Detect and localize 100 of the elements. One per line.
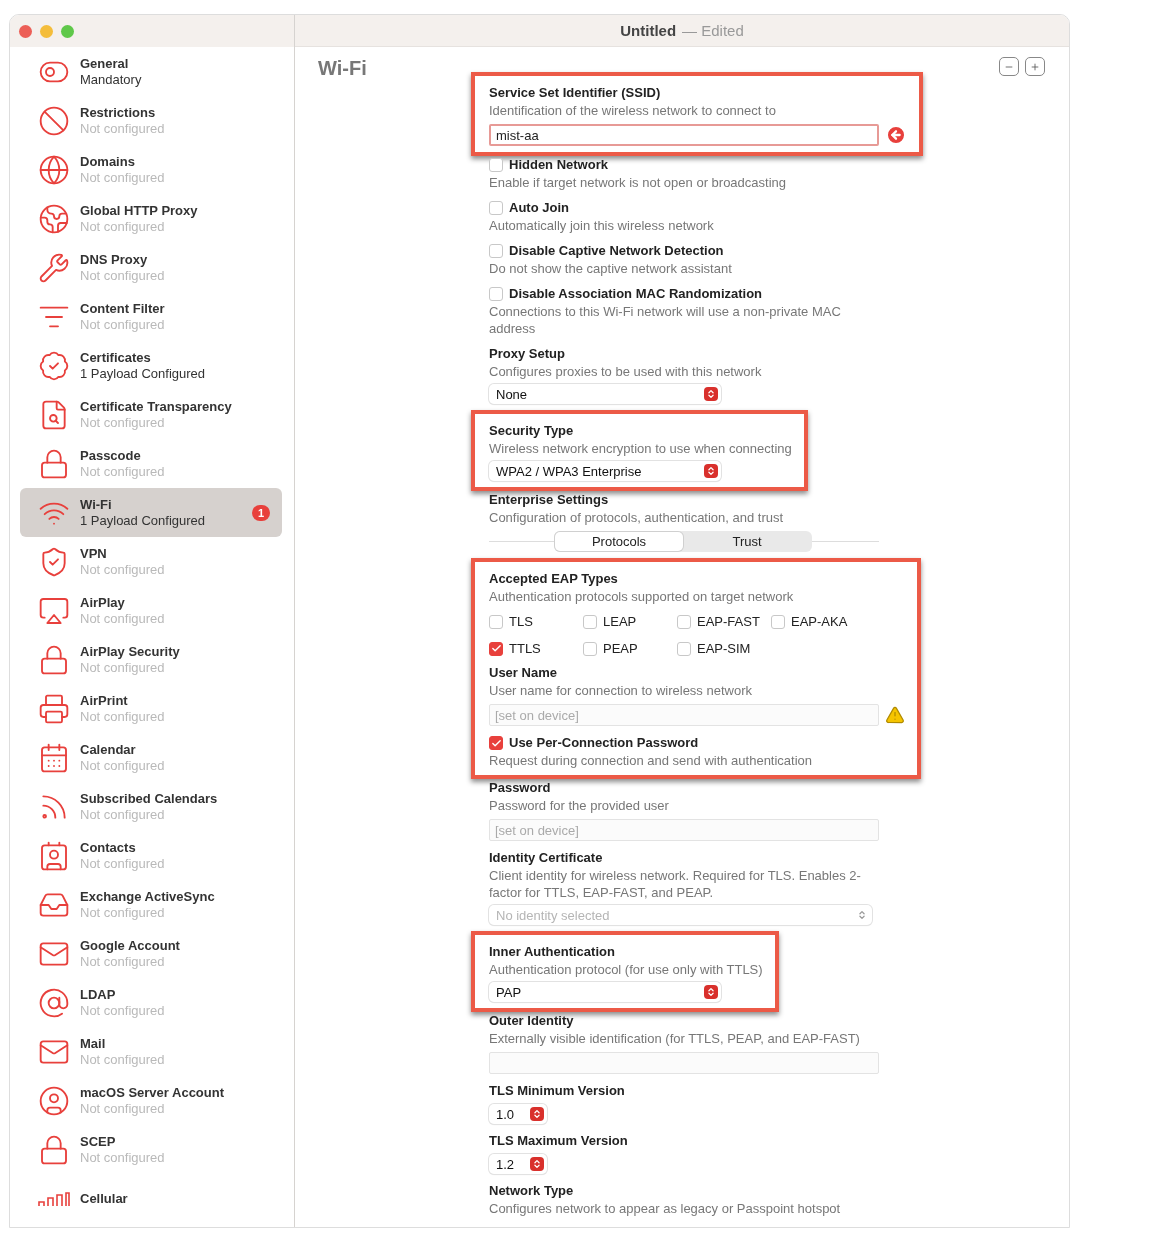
contact-card-icon: [38, 839, 70, 872]
item-status: Not configured: [80, 708, 166, 725]
checkbox-label: EAP-AKA: [791, 614, 848, 629]
item-status: Not configured: [80, 218, 166, 235]
item-status: Not configured: [80, 855, 166, 872]
updown-icon: [530, 1157, 544, 1171]
minimize-button[interactable]: [40, 24, 53, 38]
sidebar-item[interactable]: VPN Not configured: [20, 537, 282, 586]
sidebar-item[interactable]: General Mandatory: [20, 47, 282, 96]
checkbox[interactable]: [677, 641, 691, 656]
checkbox[interactable]: [583, 641, 597, 656]
item-status: Not configured: [80, 316, 166, 333]
field-description: Request during connection and send with authentication: [489, 752, 814, 769]
field-description: Wireless network encryption to use when connecting: [489, 440, 792, 457]
field-label: Service Set Identifier (SSID): [489, 84, 662, 102]
item-title: Passcode: [80, 447, 142, 464]
field-description: Connections to this Wi-Fi network will use a non-private MAC address: [489, 303, 842, 337]
printer-icon: [38, 692, 70, 725]
dropdown[interactable]: PAP: [489, 982, 721, 1002]
sidebar-item[interactable]: Subscribed Calendars Not configured: [20, 782, 282, 831]
text-field[interactable]: [489, 1052, 879, 1074]
checkbox[interactable]: [489, 736, 503, 750]
checkbox[interactable]: [489, 244, 503, 258]
sidebar-item[interactable]: Calendar Not configured: [20, 733, 282, 782]
count-badge: 1: [251, 504, 270, 521]
item-title: Domains: [80, 153, 136, 170]
checkbox[interactable]: [489, 201, 503, 215]
field-description: User name for connection to wireless network: [489, 682, 753, 699]
lock-icon: [38, 643, 70, 676]
checkbox[interactable]: [489, 158, 503, 172]
field-label: Enterprise Settings: [489, 491, 610, 509]
close-button[interactable]: [19, 24, 32, 38]
checkbox-label: Disable Association MAC Randomization: [509, 285, 763, 303]
item-title: AirPlay Security: [80, 643, 181, 660]
sidebar-item[interactable]: Restrictions Not configured: [20, 96, 282, 145]
calendar-icon: [38, 741, 70, 774]
signal-bars-icon: [38, 1191, 70, 1206]
field-description: Enable if target network is not open or broadcasting: [489, 174, 787, 191]
updown-icon: [704, 464, 718, 478]
field-description: Authentication protocols supported on target network: [489, 588, 795, 605]
dropdown[interactable]: None: [489, 384, 721, 404]
lock-icon: [38, 447, 70, 480]
field-description: Configures proxies to be used with this network: [489, 363, 763, 380]
sidebar-item[interactable]: AirPlay Not configured: [20, 586, 282, 635]
item-status: Not configured: [80, 1149, 166, 1166]
field-label: Security Type: [489, 422, 575, 440]
item-status: Not configured: [80, 169, 166, 186]
item-title: Content Filter: [80, 300, 166, 317]
checkbox-label: EAP-FAST: [697, 614, 760, 629]
dropdown[interactable]: WPA2 / WPA3 Enterprise: [489, 461, 721, 481]
sidebar-item[interactable]: Google Account Not configured: [20, 929, 282, 978]
sidebar-item[interactable]: LDAP Not configured: [20, 978, 282, 1027]
text-field[interactable]: [set on device]: [489, 819, 879, 841]
field-label: Inner Authentication: [489, 943, 616, 961]
checkbox[interactable]: [489, 287, 503, 301]
sidebar-item[interactable]: AirPlay Security Not configured: [20, 635, 282, 684]
sidebar-item[interactable]: Contacts Not configured: [20, 831, 282, 880]
globe-icon: [38, 202, 70, 235]
sidebar-item[interactable]: macOS Server Account Not configured: [20, 1076, 282, 1125]
checkbox[interactable]: [583, 614, 597, 629]
sidebar-item[interactable]: Exchange ActiveSync Not configured: [20, 880, 282, 929]
item-title: VPN: [80, 545, 108, 562]
add-button[interactable]: [1025, 57, 1045, 76]
checkbox-label: EAP-SIM: [697, 641, 751, 656]
badge-check-icon: [38, 349, 70, 382]
sidebar-item[interactable]: AirPrint Not configured: [20, 684, 282, 733]
sidebar-item[interactable]: Certificate Transparency Not configured: [20, 390, 282, 439]
sidebar-item[interactable]: Passcode Not configured: [20, 439, 282, 488]
remove-button[interactable]: [999, 57, 1019, 76]
zoom-button[interactable]: [61, 24, 74, 38]
sidebar-item[interactable]: Content Filter Not configured: [20, 292, 282, 341]
item-status: Not configured: [80, 953, 166, 970]
updown-icon: [530, 1107, 544, 1121]
sidebar-item[interactable]: Wi-Fi 1 Payload Configured 1: [20, 488, 282, 537]
checkbox[interactable]: [677, 614, 691, 629]
tab[interactable]: Protocols: [555, 532, 683, 551]
checkbox-label: Use Per-Connection Password: [509, 734, 699, 752]
sidebar-item[interactable]: Global HTTP Proxy Not configured: [20, 194, 282, 243]
text-field[interactable]: [set on device]: [489, 704, 879, 726]
tab[interactable]: Trust: [683, 532, 811, 551]
item-title: AirPlay: [80, 594, 126, 611]
sidebar-item[interactable]: SCEP Not configured: [20, 1125, 282, 1174]
sidebar-item[interactable]: Mail Not configured: [20, 1027, 282, 1076]
dropdown[interactable]: 1.2: [489, 1154, 547, 1174]
item-status: Not configured: [80, 561, 166, 578]
checkbox[interactable]: [489, 614, 503, 629]
dropdown[interactable]: 1.0: [489, 1104, 547, 1124]
sidebar-item[interactable]: DNS Proxy Not configured: [20, 243, 282, 292]
field-label: TLS Minimum Version: [489, 1082, 626, 1100]
item-status: Mandatory: [80, 71, 143, 88]
item-status: Not configured: [80, 904, 166, 921]
item-status: Not configured: [80, 463, 166, 480]
sidebar-item[interactable]: Certificates 1 Payload Configured: [20, 341, 282, 390]
sidebar-item[interactable]: Domains Not configured: [20, 145, 282, 194]
checkbox[interactable]: [771, 614, 785, 629]
text-field[interactable]: mist-aa: [489, 124, 879, 146]
checkbox[interactable]: [489, 641, 503, 656]
globe-icon: [38, 153, 70, 186]
sidebar-item[interactable]: Cellular: [20, 1174, 282, 1223]
field-description: Configuration of protocols, authentication, and trust: [489, 509, 785, 526]
